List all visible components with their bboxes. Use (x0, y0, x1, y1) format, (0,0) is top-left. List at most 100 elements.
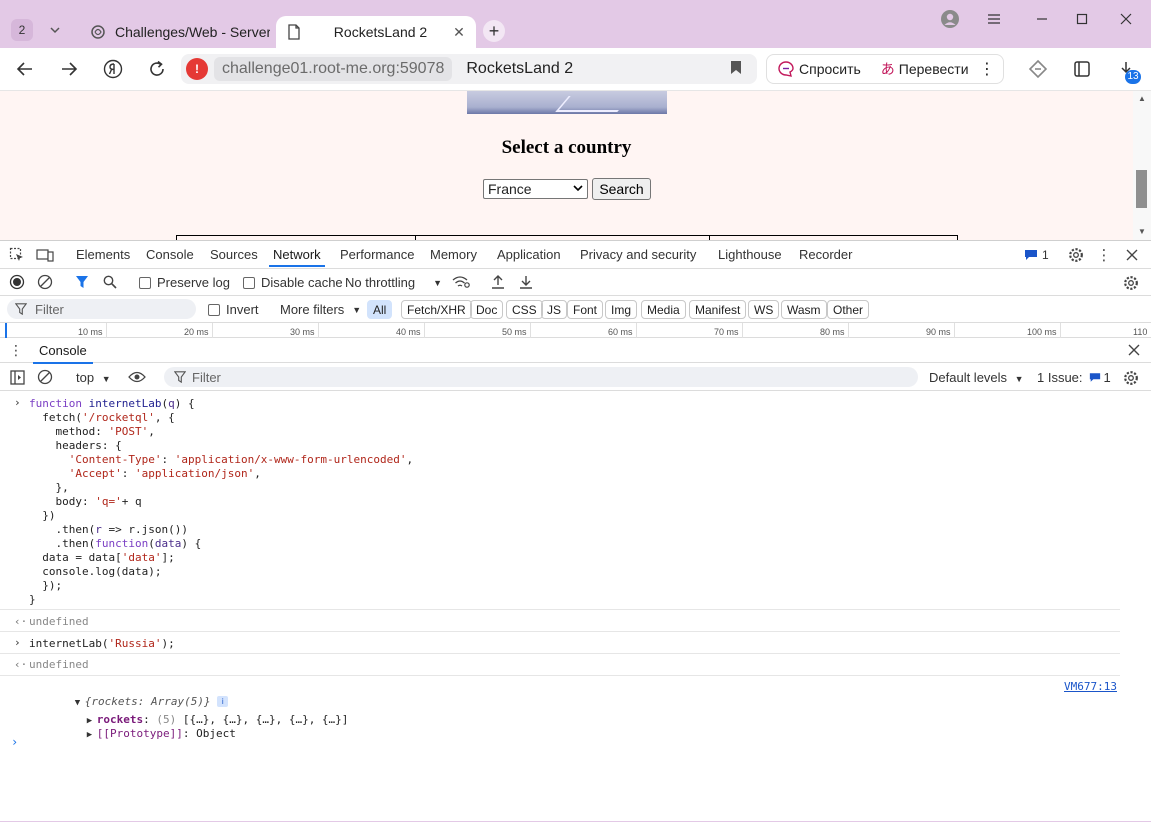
timeline-tick: 10 ms (78, 327, 103, 337)
more-filters-dropdown[interactable]: More filters ▼ (280, 302, 361, 317)
tab-memory[interactable]: Memory (430, 247, 477, 262)
network-timeline-overview[interactable]: 10 ms 20 ms 30 ms 40 ms 50 ms 60 ms 70 m… (0, 323, 1151, 338)
clear-console-icon[interactable] (37, 369, 53, 385)
chip-ws[interactable]: WS (748, 300, 780, 319)
forward-icon[interactable] (57, 57, 81, 81)
checkbox[interactable] (139, 276, 151, 289)
new-tab-button[interactable]: + (483, 20, 505, 42)
checkbox[interactable] (243, 276, 255, 289)
chip-css[interactable]: CSS (506, 300, 543, 319)
checkbox[interactable] (208, 303, 220, 316)
reload-icon[interactable] (145, 57, 169, 81)
extension-icon[interactable] (1026, 57, 1050, 81)
device-toolbar-icon[interactable] (36, 246, 54, 264)
search-icon[interactable] (102, 274, 118, 290)
tab-elements[interactable]: Elements (76, 247, 130, 262)
drawer-menu-icon[interactable]: ⋮ (9, 342, 23, 358)
console-output[interactable]: › function internetLab(q) { fetch('/rock… (0, 391, 1151, 822)
tab-rocketsland[interactable]: RocketsLand 2 ✕ (276, 16, 476, 48)
search-button[interactable]: Search (592, 178, 651, 200)
tab-console[interactable]: Console (146, 247, 194, 262)
scroll-up-icon[interactable]: ▲ (1137, 94, 1147, 103)
tab-application[interactable]: Application (497, 247, 561, 262)
log-levels-dropdown[interactable]: Default levels ▼ (929, 370, 1024, 385)
chip-wasm[interactable]: Wasm (781, 300, 827, 319)
console-prompt-icon[interactable]: › (11, 735, 18, 749)
network-filter-input[interactable]: Filter (7, 299, 196, 319)
tab-count-button[interactable]: 2 (11, 19, 33, 41)
more-vertical-icon[interactable]: ⋮ (979, 59, 995, 79)
record-icon[interactable] (9, 274, 25, 290)
chip-img[interactable]: Img (605, 300, 638, 319)
invert-checkbox[interactable]: Invert (208, 302, 259, 317)
translate-button[interactable]: あ Перевести (881, 59, 969, 79)
tab-lighthouse[interactable]: Lighthouse (718, 247, 782, 262)
console-call-line[interactable]: internetLab('Russia'); (29, 637, 175, 651)
log-property-prototype[interactable]: ▶ [[Prototype]]: Object (47, 713, 236, 756)
collections-icon[interactable] (1070, 57, 1094, 81)
scroll-down-icon[interactable]: ▼ (1137, 227, 1147, 236)
scrollbar-thumb[interactable] (1136, 170, 1147, 208)
preserve-log-checkbox[interactable]: Preserve log (139, 275, 230, 290)
filter-funnel-icon[interactable] (74, 274, 90, 290)
minimize-icon[interactable] (1030, 8, 1054, 30)
issues-badge[interactable]: 1 (1024, 247, 1049, 263)
clear-icon[interactable] (37, 274, 53, 290)
settings-gear-icon[interactable] (1067, 246, 1085, 264)
chip-all[interactable]: All (367, 300, 393, 319)
tab-recorder[interactable]: Recorder (799, 247, 852, 262)
context-selector[interactable]: top ▼ (76, 370, 111, 385)
back-icon[interactable] (13, 57, 37, 81)
page-scrollbar[interactable]: ▲ ▼ (1133, 91, 1151, 240)
menu-icon[interactable] (982, 8, 1006, 30)
live-expression-eye-icon[interactable] (127, 369, 147, 385)
tab-privacy-security[interactable]: Privacy and security (580, 247, 696, 262)
tab-network[interactable]: Network (269, 247, 325, 267)
maximize-icon[interactable] (1070, 8, 1094, 30)
disable-cache-checkbox[interactable]: Disable cache (243, 275, 343, 290)
chip-media[interactable]: Media (641, 300, 686, 319)
result-arrow-icon: ‹· (14, 658, 28, 671)
close-devtools-icon[interactable] (1124, 246, 1140, 264)
network-conditions-icon[interactable] (452, 274, 470, 290)
throttling-value: No throttling (345, 275, 416, 290)
network-settings-gear-icon[interactable] (1122, 274, 1140, 292)
chip-manifest[interactable]: Manifest (689, 300, 747, 319)
not-secure-icon[interactable]: ! (186, 58, 208, 80)
console-settings-gear-icon[interactable] (1122, 369, 1140, 387)
chip-doc[interactable]: Doc (470, 300, 504, 319)
translate-label: Перевести (898, 61, 969, 77)
chip-font[interactable]: Font (567, 300, 604, 319)
expand-triangle-right-icon[interactable]: ▶ (87, 728, 97, 742)
source-link[interactable]: VM677:13 (1064, 680, 1117, 693)
more-vertical-icon[interactable]: ⋮ (1096, 246, 1112, 264)
throttling-select[interactable]: No throttling ▼ (345, 275, 442, 290)
ask-button[interactable]: Спросить (777, 60, 861, 78)
tab-performance[interactable]: Performance (340, 247, 414, 262)
export-har-icon[interactable] (518, 274, 534, 290)
page-viewport: Select a country France Search ▲ ▼ (0, 90, 1151, 240)
import-har-icon[interactable] (490, 274, 506, 290)
close-window-icon[interactable] (1114, 8, 1138, 30)
inspect-element-icon[interactable] (8, 246, 26, 264)
profile-avatar-icon[interactable] (938, 8, 962, 30)
tab-sources[interactable]: Sources (210, 247, 258, 262)
bookmark-icon[interactable] (725, 60, 747, 78)
chip-other[interactable]: Other (827, 300, 870, 319)
drawer-tab-console[interactable]: Console (33, 343, 93, 364)
console-filter-input[interactable]: Filter (164, 367, 918, 387)
close-tab-icon[interactable]: ✕ (450, 24, 468, 41)
timeline-tick: 90 ms (926, 327, 951, 337)
chevron-down-icon[interactable] (44, 19, 66, 41)
close-drawer-icon[interactable] (1126, 342, 1142, 358)
country-select[interactable]: France (483, 179, 588, 199)
url-text[interactable]: challenge01.root-me.org:59078 (214, 57, 453, 81)
chip-js[interactable]: JS (541, 300, 568, 319)
tab-challenges[interactable]: Challenges/Web - Server : (80, 16, 270, 48)
levels-label: Default levels (929, 370, 1008, 385)
issues-link[interactable]: 1 Issue: 1 (1037, 370, 1111, 385)
yandex-icon[interactable] (101, 57, 125, 81)
chip-fetch-xhr[interactable]: Fetch/XHR (401, 300, 472, 319)
sidebar-toggle-icon[interactable] (9, 369, 25, 385)
address-bar[interactable]: ! challenge01.root-me.org:59078 RocketsL… (181, 54, 757, 84)
